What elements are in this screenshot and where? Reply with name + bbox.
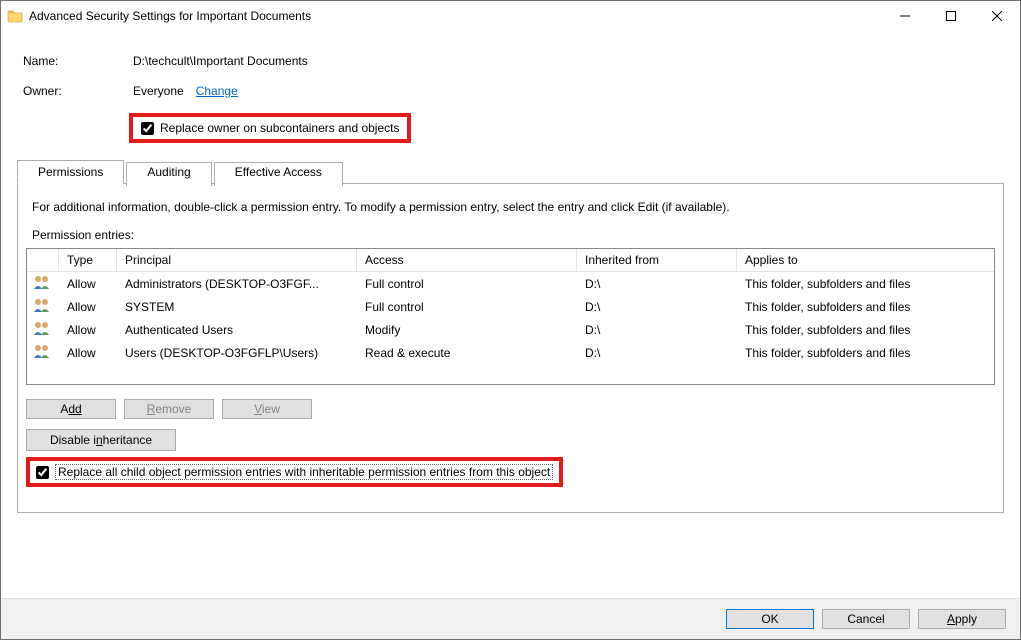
col-icon[interactable] — [27, 249, 59, 271]
users-icon — [27, 273, 59, 294]
replace-owner-checkbox[interactable] — [141, 122, 154, 135]
cell-inherited: D:\ — [577, 276, 737, 292]
table-body: AllowAdministrators (DESKTOP-O3FGF...Ful… — [27, 272, 994, 384]
cell-access: Read & execute — [357, 345, 577, 361]
users-icon — [27, 319, 59, 340]
owner-label: Owner: — [23, 84, 133, 98]
col-principal[interactable]: Principal — [117, 249, 357, 271]
cell-access: Full control — [357, 299, 577, 315]
highlight-replace-child: Replace all child object permission entr… — [26, 457, 563, 487]
cell-type: Allow — [59, 276, 117, 292]
replace-owner-label[interactable]: Replace owner on subcontainers and objec… — [160, 121, 399, 135]
apply-button[interactable]: Apply — [918, 609, 1006, 629]
close-button[interactable] — [974, 1, 1020, 31]
table-row[interactable]: AllowAdministrators (DESKTOP-O3FGF...Ful… — [27, 272, 994, 295]
cell-principal: Users (DESKTOP-O3FGFLP\Users) — [117, 345, 357, 361]
maximize-button[interactable] — [928, 1, 974, 31]
cell-access: Modify — [357, 322, 577, 338]
table-row[interactable]: AllowAuthenticated UsersModifyD:\This fo… — [27, 318, 994, 341]
owner-value: Everyone — [133, 84, 184, 98]
highlight-replace-owner: Replace owner on subcontainers and objec… — [129, 113, 411, 143]
cancel-button[interactable]: Cancel — [822, 609, 910, 629]
folder-icon — [7, 8, 23, 24]
tab-effective-access[interactable]: Effective Access — [214, 162, 343, 186]
disable-inheritance-button[interactable]: Disable inheritance — [26, 429, 176, 451]
cell-applies: This folder, subfolders and files — [737, 322, 994, 338]
titlebar: Advanced Security Settings for Important… — [1, 1, 1020, 31]
cell-inherited: D:\ — [577, 322, 737, 338]
minimize-button[interactable] — [882, 1, 928, 31]
cell-principal: SYSTEM — [117, 299, 357, 315]
cell-applies: This folder, subfolders and files — [737, 345, 994, 361]
users-icon — [27, 342, 59, 363]
col-inherited[interactable]: Inherited from — [577, 249, 737, 271]
users-icon — [27, 296, 59, 317]
cell-access: Full control — [357, 276, 577, 292]
permission-entries-label: Permission entries: — [32, 228, 995, 242]
cell-principal: Authenticated Users — [117, 322, 357, 338]
ok-button[interactable]: OK — [726, 609, 814, 629]
tab-panel-permissions: For additional information, double-click… — [17, 183, 1004, 513]
window-title: Advanced Security Settings for Important… — [29, 9, 311, 23]
change-owner-link[interactable]: Change — [196, 84, 238, 98]
name-label: Name: — [23, 54, 133, 68]
permission-entries-table: Type Principal Access Inherited from App… — [26, 248, 995, 385]
view-button: View — [222, 399, 312, 419]
table-row[interactable]: AllowUsers (DESKTOP-O3FGFLP\Users)Read &… — [27, 341, 994, 364]
cell-principal: Administrators (DESKTOP-O3FGF... — [117, 276, 357, 292]
tab-permissions[interactable]: Permissions — [17, 160, 124, 184]
cell-applies: This folder, subfolders and files — [737, 276, 994, 292]
tabs: Permissions Auditing Effective Access Fo… — [17, 159, 1004, 513]
name-value: D:\techcult\Important Documents — [133, 54, 308, 68]
col-access[interactable]: Access — [357, 249, 577, 271]
tab-auditing[interactable]: Auditing — [126, 162, 211, 186]
cell-applies: This folder, subfolders and files — [737, 299, 994, 315]
table-header: Type Principal Access Inherited from App… — [27, 249, 994, 272]
col-applies[interactable]: Applies to — [737, 249, 994, 271]
cell-type: Allow — [59, 345, 117, 361]
replace-child-checkbox[interactable] — [36, 466, 49, 479]
replace-child-label[interactable]: Replace all child object permission entr… — [55, 464, 553, 480]
entry-buttons-row: Add Remove View — [26, 399, 995, 419]
info-block: Name: D:\techcult\Important Documents Ow… — [23, 51, 998, 143]
table-row[interactable]: AllowSYSTEMFull controlD:\This folder, s… — [27, 295, 994, 318]
dialog-footer: OK Cancel Apply — [1, 598, 1020, 639]
add-button[interactable]: Add — [26, 399, 116, 419]
cell-inherited: D:\ — [577, 299, 737, 315]
window: Advanced Security Settings for Important… — [0, 0, 1021, 640]
cell-type: Allow — [59, 322, 117, 338]
permissions-info-text: For additional information, double-click… — [32, 200, 989, 214]
col-type[interactable]: Type — [59, 249, 117, 271]
cell-type: Allow — [59, 299, 117, 315]
cell-inherited: D:\ — [577, 345, 737, 361]
content-area: Name: D:\techcult\Important Documents Ow… — [1, 31, 1020, 598]
remove-button: Remove — [124, 399, 214, 419]
